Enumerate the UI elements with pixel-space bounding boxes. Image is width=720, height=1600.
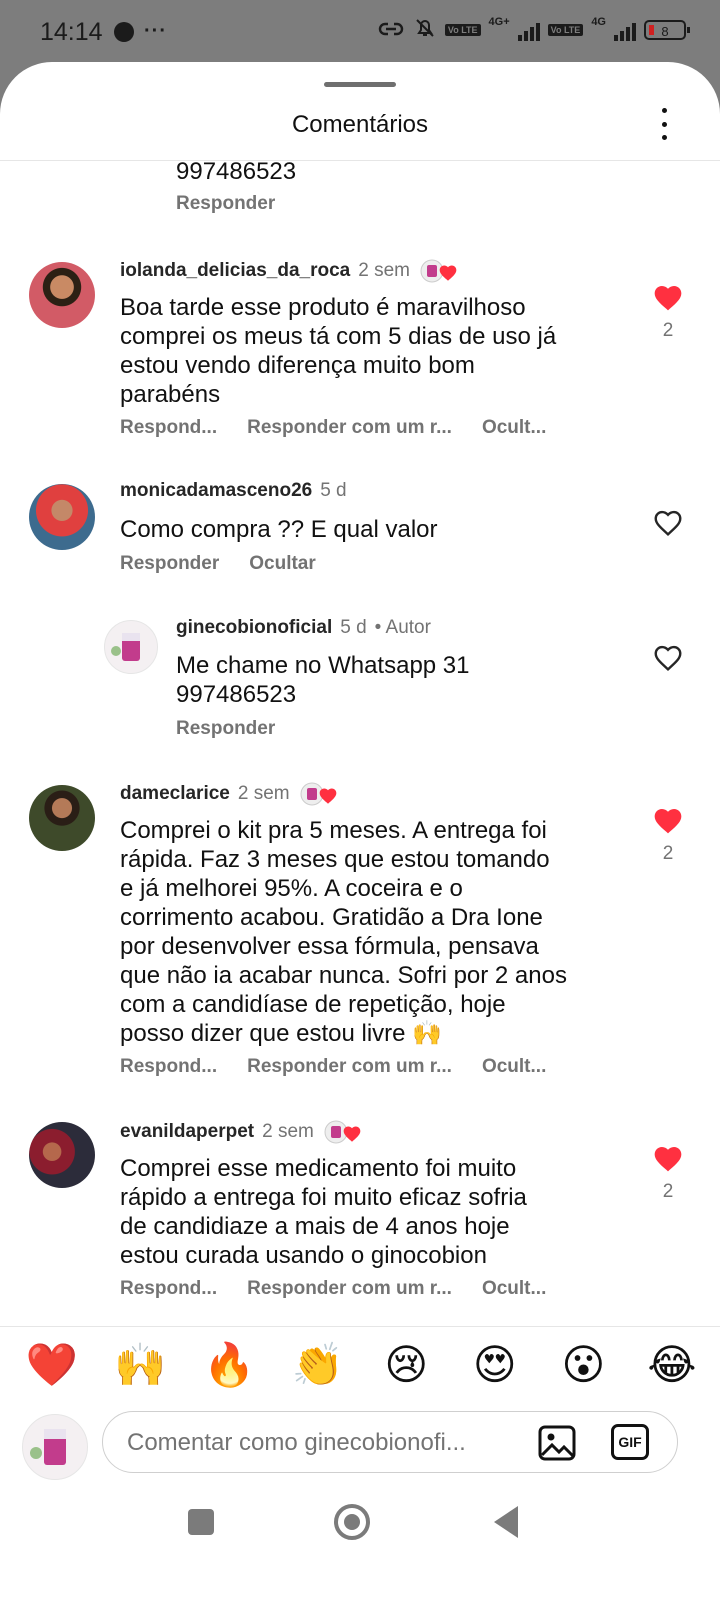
emoji-crying[interactable]: 😢 (376, 1340, 436, 1390)
comment-text: Como compra ?? E qual valor (120, 516, 438, 543)
heart-filled-icon[interactable] (652, 282, 684, 314)
emoji-heart[interactable]: ❤️ (22, 1340, 82, 1390)
reply-button[interactable]: Responder (176, 718, 275, 740)
hide-button[interactable]: Ocult... (482, 1056, 546, 1078)
volte-badge-2: Vo LTE (547, 23, 584, 36)
network-type-2: 4G (591, 16, 606, 28)
drag-handle[interactable] (324, 82, 396, 87)
comment-meta: iolanda_delicias_da_roca 2 sem (120, 257, 462, 285)
network-type-1: 4G+ (488, 16, 510, 28)
partial-comment-text: 997486523 (176, 158, 297, 185)
more-options-icon[interactable] (652, 108, 676, 140)
comment-text: Me chame no Whatsapp 31 997486523 (176, 652, 470, 708)
status-time: 14:14 (40, 18, 103, 46)
author-liked-icon (322, 1118, 366, 1146)
author-liked-icon (418, 257, 462, 285)
avatar[interactable] (29, 1122, 95, 1188)
comment-meta: monicadamasceno26 5 d (120, 480, 347, 502)
comment-username[interactable]: dameclarice (120, 783, 230, 805)
author-label: • Autor (374, 617, 431, 638)
like-control (648, 642, 688, 680)
heart-filled-icon[interactable] (652, 805, 684, 837)
comment-meta: ginecobionoficial 5 d • Autor (176, 617, 431, 639)
comment-time: 5 d (340, 617, 367, 638)
reply-with-reel-button[interactable]: Responder com um r... (247, 417, 452, 439)
reply-with-reel-button[interactable]: Responder com um r... (247, 1056, 452, 1078)
composer-avatar (22, 1414, 88, 1480)
emoji-fire[interactable]: 🔥 (199, 1340, 259, 1390)
like-count: 2 (662, 320, 674, 341)
emoji-divider (0, 1326, 720, 1327)
link-icon (377, 18, 405, 41)
like-count: 2 (662, 1181, 674, 1202)
heart-outline-icon[interactable] (652, 507, 684, 539)
comment-time: 2 sem (262, 1121, 314, 1142)
volte-badge-1: Vo LTE (444, 23, 481, 36)
comment-text: Comprei esse medicamento foi muito rápid… (120, 1155, 527, 1269)
recents-square-icon[interactable] (188, 1509, 214, 1535)
avatar[interactable] (104, 620, 158, 674)
comment-meta: evanildaperpet 2 sem (120, 1118, 366, 1146)
hide-button[interactable]: Ocultar (249, 553, 316, 575)
author-liked-icon (298, 780, 342, 808)
comment-actions: Respond... Responder com um r... Ocult..… (120, 1056, 546, 1078)
heart-outline-icon[interactable] (652, 642, 684, 674)
reply-button[interactable]: Responder (176, 193, 275, 215)
comment-actions: Responder Ocultar (120, 553, 316, 575)
reply-with-reel-button[interactable]: Responder com um r... (247, 1278, 452, 1300)
comments-sheet: Comentários 997486523 Responder iolanda_… (0, 62, 720, 1600)
like-control (648, 507, 688, 545)
back-triangle-icon[interactable] (494, 1506, 518, 1538)
hide-button[interactable]: Ocult... (482, 1278, 546, 1300)
emoji-raised-hands[interactable]: 🙌 (111, 1340, 171, 1390)
like-count: 2 (662, 843, 674, 864)
like-control: 2 (648, 282, 688, 342)
comment-actions: Respond... Responder com um r... Ocult..… (120, 417, 546, 439)
emoji-heart-eyes[interactable]: 😍 (465, 1340, 525, 1390)
header-divider (0, 160, 720, 161)
more-notifications-icon: ··· (144, 20, 167, 42)
comment-actions: Responder (176, 718, 275, 740)
reply-button[interactable]: Respond... (120, 417, 217, 439)
mute-bell-icon (413, 16, 437, 43)
reply-button[interactable]: Respond... (120, 1278, 217, 1300)
reply-button[interactable]: Respond... (120, 1056, 217, 1078)
avatar[interactable] (29, 262, 95, 328)
sheet-title: Comentários (291, 111, 429, 138)
image-icon[interactable] (537, 1424, 577, 1467)
signal-icon-1 (517, 19, 540, 41)
comment-text: Comprei o kit pra 5 meses. A entrega foi… (120, 817, 567, 1047)
hide-button[interactable]: Ocult... (482, 417, 546, 439)
battery-icon: 8 (644, 19, 690, 40)
comment-input-placeholder: Comentar como ginecobionofi... (127, 1429, 466, 1456)
comment-text: Boa tarde esse produto é maravilhoso com… (120, 294, 557, 408)
comment-time: 2 sem (237, 783, 290, 804)
comment-time: 2 sem (358, 260, 410, 281)
like-control: 2 (648, 805, 688, 865)
comment-username[interactable]: iolanda_delicias_da_roca (120, 260, 350, 282)
avatar[interactable] (29, 785, 95, 851)
heart-filled-icon[interactable] (652, 1143, 684, 1175)
emoji-laughing[interactable]: 😂 (642, 1340, 702, 1390)
reply-button[interactable]: Responder (120, 553, 219, 575)
comment-username[interactable]: monicadamasceno26 (120, 480, 312, 502)
comment-time: 5 d (320, 480, 347, 501)
status-bar: 14:14 ··· Vo LTE 4G+ Vo LTE 4G 8 (0, 0, 720, 64)
emoji-surprised[interactable]: 😮 (553, 1340, 613, 1390)
home-circle-icon[interactable] (334, 1504, 370, 1540)
app-notification-icon (114, 21, 134, 42)
avatar[interactable] (29, 484, 95, 550)
emoji-quick-bar: ❤️ 🙌 🔥 👏 😢 😍 😮 😂 (22, 1340, 702, 1390)
comment-input[interactable]: Comentar como ginecobionofi... GIF (102, 1411, 678, 1473)
comment-meta: dameclarice 2 sem (120, 780, 342, 808)
comment-username[interactable]: evanildaperpet (120, 1121, 254, 1143)
gif-button[interactable]: GIF (611, 1424, 649, 1460)
signal-icon-2 (614, 19, 636, 41)
like-control: 2 (648, 1143, 688, 1203)
emoji-clap[interactable]: 👏 (288, 1340, 348, 1390)
comment-actions: Respond... Responder com um r... Ocult..… (120, 1278, 546, 1300)
comment-username[interactable]: ginecobionoficial (176, 617, 332, 639)
